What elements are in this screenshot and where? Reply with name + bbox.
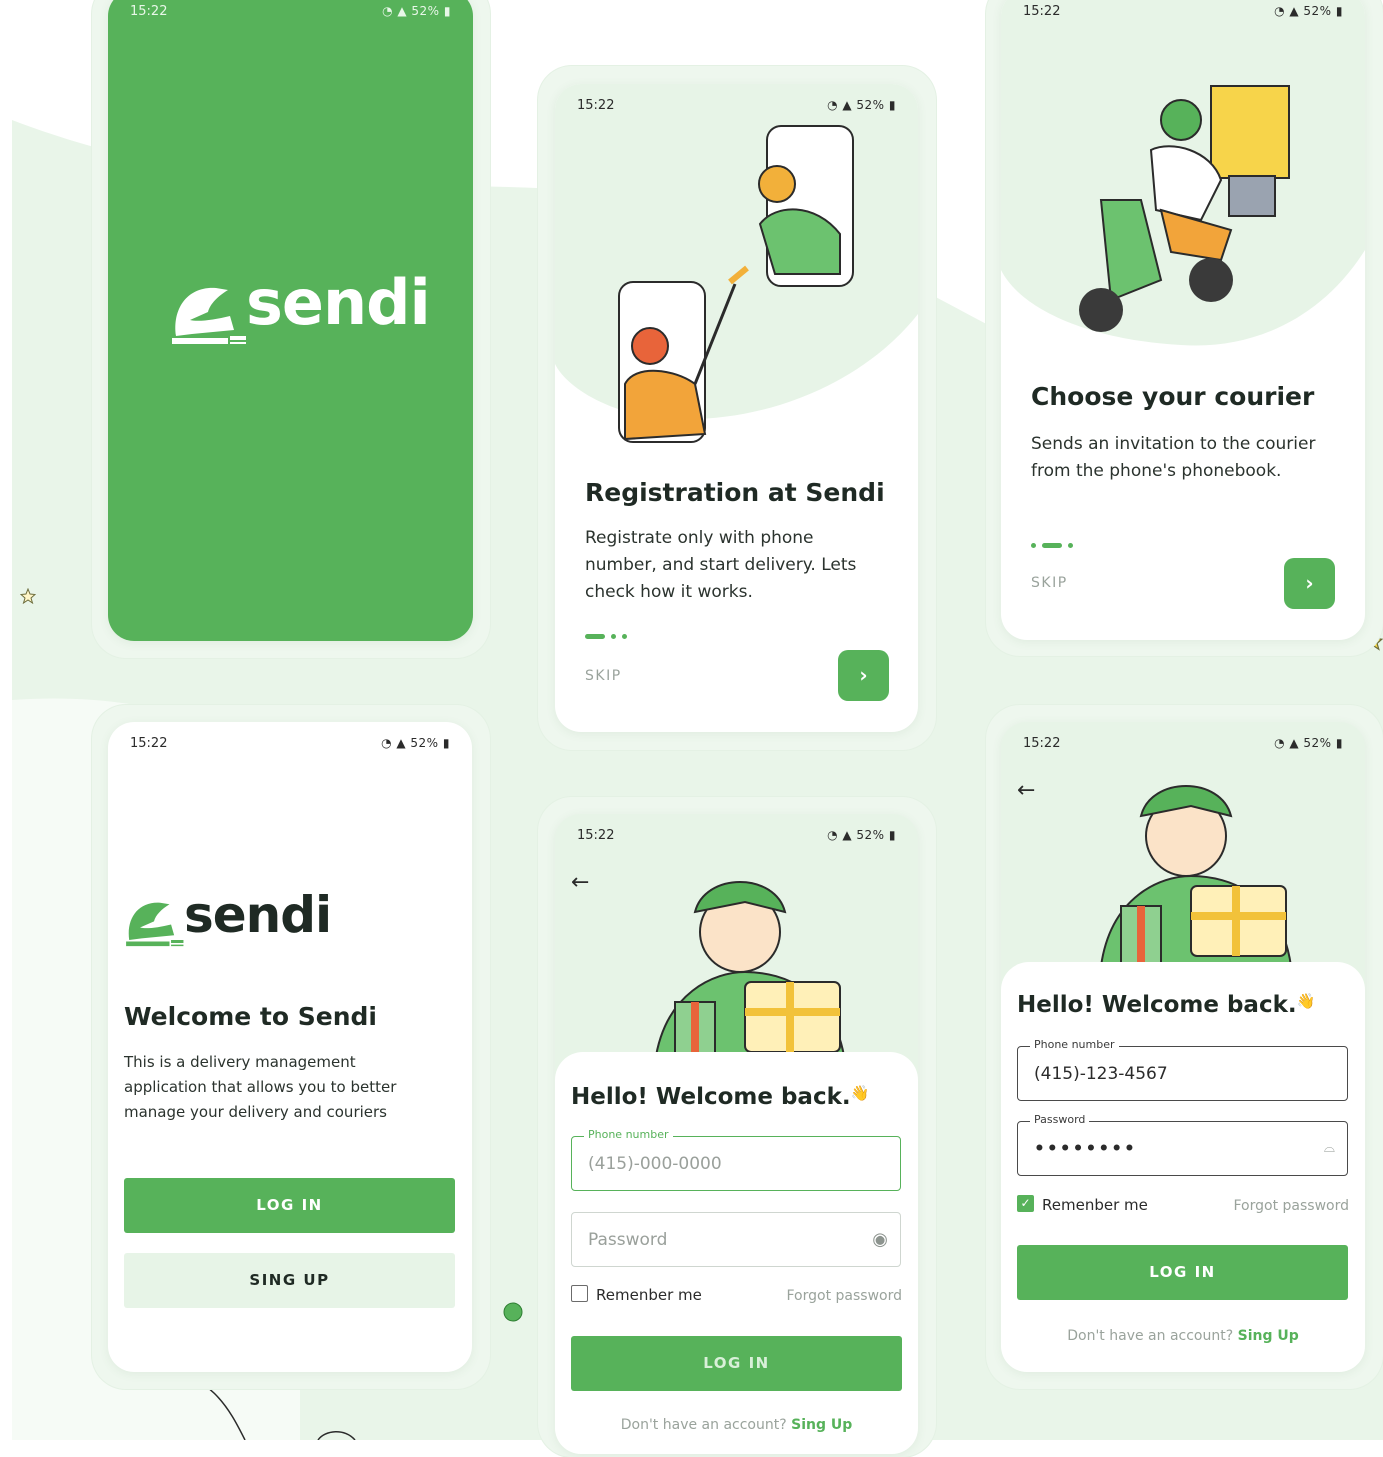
- status-bar: 15:22 ◔ ▲ 52% ▮: [555, 822, 918, 848]
- sendi-logo-icon: [172, 287, 246, 344]
- status-time: 15:22: [130, 4, 168, 19]
- status-bar: 15:22 ◔ ▲ 52% ▮: [1001, 0, 1365, 24]
- onboarding-screen-1: 15:22 ◔ ▲ 52% ▮ Registration at Sendi Re…: [555, 84, 918, 732]
- checkbox-checked-icon[interactable]: ✓: [1017, 1195, 1034, 1212]
- status-bar: 15:22 ◔ ▲ 52% ▮: [108, 0, 473, 24]
- welcome-title: Welcome to Sendi: [124, 1002, 377, 1031]
- login-screen-empty: 15:22 ◔ ▲ 52% ▮ ← Hello! Welcome back. 👋…: [555, 814, 918, 1454]
- next-button[interactable]: ›: [838, 650, 889, 701]
- welcome-description: This is a delivery management applicatio…: [124, 1053, 397, 1121]
- phone-field[interactable]: Phone number (415)-000-0000: [571, 1128, 901, 1191]
- status-bar: 15:22 ◔ ▲ 52% ▮: [555, 92, 918, 118]
- status-bar: 15:22 ◔ ▲ 52% ▮: [1001, 730, 1365, 756]
- forgot-password-link[interactable]: Forgot password: [787, 1288, 903, 1304]
- back-arrow-icon[interactable]: ←: [571, 870, 589, 895]
- forgot-password-link[interactable]: Forgot password: [1234, 1198, 1350, 1214]
- status-time: 15:22: [577, 98, 615, 113]
- status-time: 15:22: [1023, 736, 1061, 751]
- chevron-right-icon: ›: [1305, 571, 1314, 595]
- chevron-right-icon: ›: [859, 663, 868, 687]
- remember-me-checkbox[interactable]: ✓ Remenber me: [1017, 1195, 1148, 1214]
- skip-button[interactable]: SKIP: [585, 668, 622, 684]
- login-button[interactable]: LOG IN: [1017, 1245, 1348, 1300]
- signup-link[interactable]: Sing Up: [791, 1417, 852, 1433]
- signup-prompt: Don't have an account? Sing Up: [620, 1417, 853, 1433]
- password-field[interactable]: Password ◉: [571, 1212, 901, 1267]
- courier-illustration: [653, 881, 847, 1062]
- eye-closed-icon[interactable]: ⌓: [1324, 1140, 1335, 1156]
- remember-me-checkbox[interactable]: Remenber me: [571, 1285, 702, 1304]
- splash-brand-name: sendi: [246, 266, 431, 339]
- page-indicator: [1031, 535, 1079, 548]
- hero-illustration: [555, 84, 918, 443]
- status-icons: ◔ ▲ 52% ▮: [381, 736, 450, 750]
- status-bar: 15:22 ◔ ▲ 52% ▮: [108, 730, 472, 756]
- phone-field[interactable]: Phone number (415)-123-4567: [1017, 1038, 1348, 1101]
- status-icons: ◔ ▲ 52% ▮: [827, 828, 896, 842]
- password-input[interactable]: Password: [588, 1230, 667, 1250]
- status-time: 15:22: [577, 828, 615, 843]
- signup-link[interactable]: Sing Up: [1238, 1328, 1299, 1344]
- greeting-title: Hello! Welcome back. 👋: [1017, 992, 1316, 1018]
- signup-prompt: Don't have an account? Sing Up: [1067, 1328, 1299, 1344]
- back-arrow-icon[interactable]: ←: [1017, 778, 1035, 803]
- onboarding-screen-2: 15:22 ◔ ▲ 52% ▮ Choose your courier Send…: [1001, 0, 1365, 640]
- wave-hand-icon: 👋: [850, 1084, 870, 1102]
- star-icon: [20, 588, 36, 604]
- welcome-brand-name: sendi: [184, 886, 332, 944]
- status-time: 15:22: [130, 736, 168, 751]
- onboarding-title: Registration at Sendi: [585, 478, 885, 507]
- password-input[interactable]: ••••••••: [1034, 1139, 1137, 1159]
- password-field-label: Password: [1030, 1113, 1090, 1126]
- login-screen-filled: 15:22 ◔ ▲ 52% ▮ ← Hello! Welcome back. 👋…: [1001, 722, 1365, 1372]
- sendi-logo-icon: [126, 902, 184, 947]
- wave-hand-icon: 👋: [1296, 992, 1316, 1010]
- phone-field-label: Phone number: [1030, 1038, 1119, 1051]
- status-icons: ◔ ▲ 52% ▮: [1274, 736, 1343, 750]
- onboarding-title: Choose your courier: [1031, 382, 1315, 411]
- login-form-card: Hello! Welcome back. 👋 Phone number (415…: [555, 1052, 918, 1454]
- signup-button[interactable]: SING UP: [124, 1253, 455, 1308]
- checkbox-unchecked-icon[interactable]: [571, 1285, 588, 1302]
- hero-illustration: [1001, 0, 1365, 346]
- status-icons: ◔ ▲ 52% ▮: [827, 98, 896, 112]
- phone-field-label: Phone number: [584, 1128, 673, 1141]
- login-form-card: Hello! Welcome back. 👋 Phone number (415…: [1001, 962, 1365, 1372]
- status-icons: ◔ ▲ 52% ▮: [382, 4, 451, 18]
- login-button[interactable]: LOG IN: [571, 1336, 902, 1391]
- phone-input[interactable]: (415)-000-0000: [588, 1154, 722, 1174]
- phone-input[interactable]: (415)-123-4567: [1034, 1064, 1168, 1084]
- login-button[interactable]: LOG IN: [124, 1178, 455, 1233]
- eye-icon[interactable]: ◉: [872, 1229, 888, 1250]
- splash-screen: 15:22 ◔ ▲ 52% ▮ sendi: [108, 0, 473, 641]
- onboarding-description: Registrate only with phone number, and s…: [585, 528, 857, 602]
- page-indicator: [585, 626, 633, 639]
- status-time: 15:22: [1023, 4, 1061, 19]
- greeting-title: Hello! Welcome back. 👋: [571, 1084, 870, 1110]
- courier-illustration: [1099, 785, 1293, 966]
- welcome-screen: 15:22 ◔ ▲ 52% ▮ sendi Welcome to Sendi T…: [108, 722, 472, 1372]
- skip-button[interactable]: SKIP: [1031, 575, 1068, 591]
- password-field[interactable]: Password •••••••• ⌓: [1017, 1113, 1348, 1176]
- status-icons: ◔ ▲ 52% ▮: [1274, 4, 1343, 18]
- next-button[interactable]: ›: [1284, 558, 1335, 609]
- onboarding-description: Sends an invitation to the courier from …: [1031, 434, 1316, 481]
